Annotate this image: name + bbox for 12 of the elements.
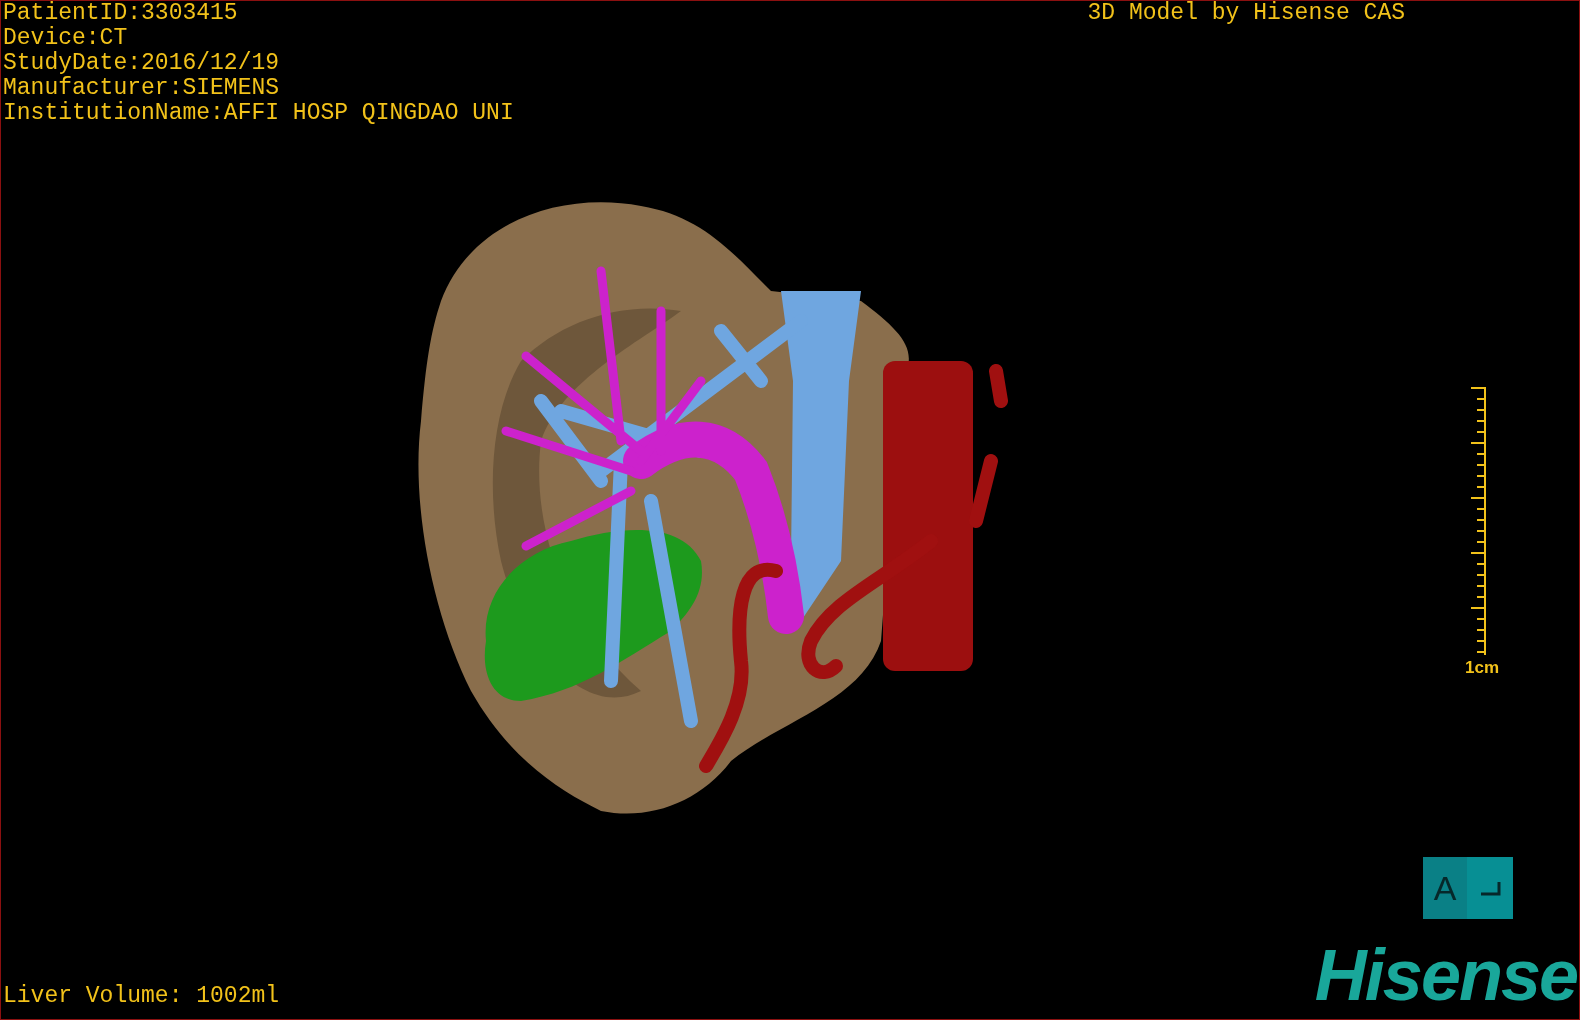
viewer-title: 3D Model by Hisense CAS: [1087, 1, 1405, 26]
study-info-text: Manufacturer:SIEMENS: [3, 76, 281, 101]
liver-volume-text: Liver Volume: 1002ml: [2, 984, 280, 1011]
scale-ruler-icon: [1469, 386, 1487, 656]
study-info-text: InstitutionName:AFFI HOSP QINGDAO UNI: [3, 101, 514, 126]
study-info-text: Device:CT: [3, 26, 129, 51]
scale-label: 1cm: [1463, 658, 1499, 678]
orientation-face: A: [1423, 857, 1467, 919]
brand-logo: Hisense: [1314, 943, 1577, 1007]
study-info-text: PatientID:3303415: [3, 1, 239, 26]
study-info-text: StudyDate:2016/12/19: [3, 51, 281, 76]
corner-mark-icon: [1479, 880, 1501, 896]
